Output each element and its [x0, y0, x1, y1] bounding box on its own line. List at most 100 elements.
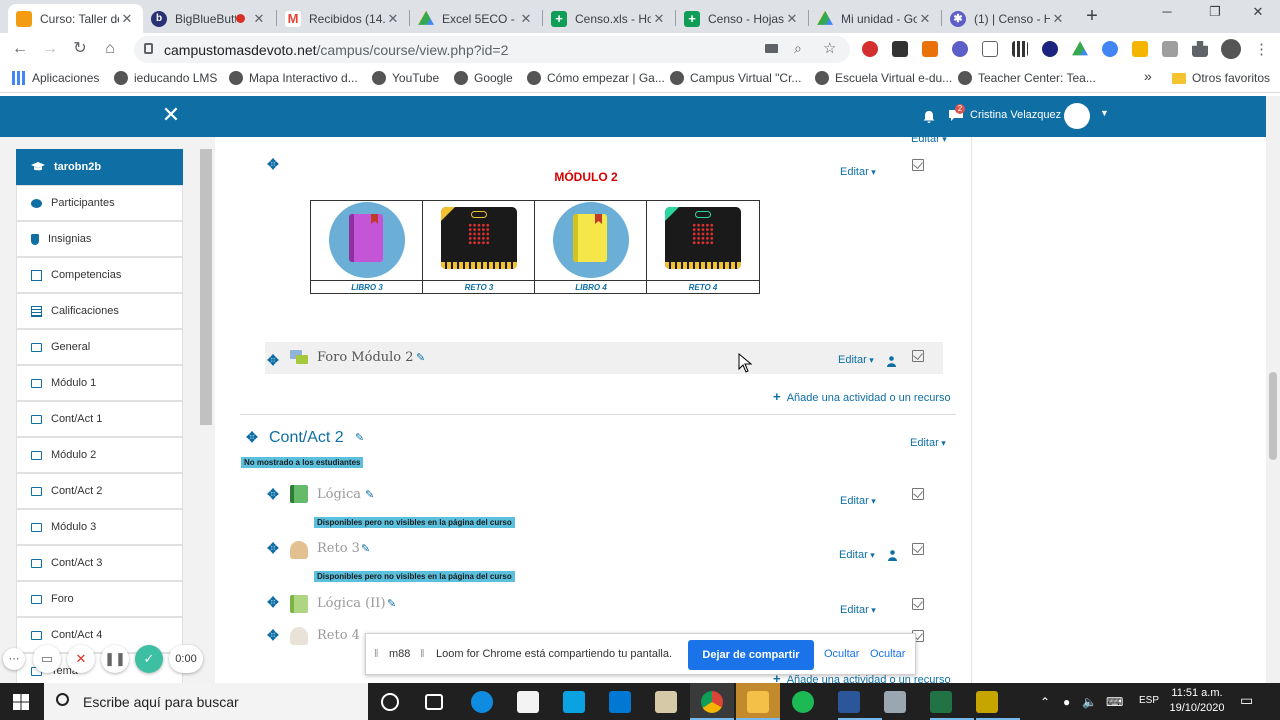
reload-button[interactable]: ↻ — [70, 39, 90, 59]
editar-menu[interactable]: Editar — [840, 495, 876, 507]
task-view-icon[interactable] — [425, 694, 443, 710]
edit-title-pencil-icon[interactable]: ✎ — [361, 544, 371, 555]
move-handle-icon[interactable]: ✥ — [267, 595, 279, 609]
bookmark-item[interactable]: ieducando LMS — [114, 71, 217, 85]
camera-toggle-icon[interactable]: ▭ — [33, 645, 61, 673]
bookmark-item[interactable]: Mapa Interactivo d... — [229, 71, 358, 85]
drawer-item-cont-act-1[interactable]: Cont/Act 1 — [16, 401, 183, 437]
move-handle-icon[interactable]: ✥ — [246, 430, 258, 444]
browser-tab[interactable]: b BigBlueButt ✕ — [143, 4, 275, 33]
drawer-item-foro[interactable]: Foro — [16, 581, 183, 617]
extension-icon[interactable] — [922, 41, 938, 57]
drawer-item-general[interactable]: General — [16, 329, 183, 365]
minimize-window-button[interactable]: ─ — [1157, 4, 1177, 22]
close-drawer-icon[interactable]: ✕ — [160, 104, 182, 126]
bookmark-item[interactable]: Teacher Center: Tea... — [958, 71, 1096, 85]
cortana-icon[interactable] — [381, 693, 399, 711]
extension-icon[interactable] — [1012, 41, 1028, 57]
chrome-taskbar-button[interactable] — [690, 683, 734, 720]
activity-name[interactable]: Reto 3 — [317, 541, 360, 556]
tab-close-icon[interactable]: ✕ — [518, 11, 534, 27]
section-title[interactable]: Cont/Act 2 — [269, 429, 344, 447]
completion-checkbox[interactable] — [912, 543, 924, 555]
group-mode-icon[interactable] — [888, 550, 897, 561]
windows-start-icon[interactable] — [13, 694, 29, 710]
extension-icon[interactable] — [982, 41, 998, 57]
group-mode-icon[interactable] — [887, 356, 896, 367]
profile-avatar[interactable] — [1221, 39, 1241, 59]
completion-checkbox[interactable] — [912, 159, 924, 171]
move-handle-icon[interactable]: ✥ — [267, 541, 279, 555]
edit-title-pencil-icon[interactable]: ✎ — [365, 490, 375, 501]
tab-close-icon[interactable]: ✕ — [917, 11, 933, 27]
excel-icon[interactable] — [930, 691, 952, 713]
restore-window-button[interactable]: ❐ — [1205, 4, 1225, 22]
bookmark-apps[interactable]: Aplicaciones — [12, 71, 99, 85]
browser-tab[interactable]: Excel 5ECO - G ✕ — [410, 4, 542, 33]
drawer-item-cont-act-2[interactable]: Cont/Act 2 — [16, 473, 183, 509]
user-menu-caret-icon[interactable]: ▼ — [1100, 108, 1109, 118]
challenge-cell[interactable]: RETO 3 — [423, 201, 535, 293]
bookmark-item[interactable]: YouTube — [372, 71, 439, 85]
extension-icon[interactable] — [952, 41, 968, 57]
editar-menu[interactable]: Editar — [910, 437, 946, 449]
bookmark-star-icon[interactable]: ☆ — [823, 39, 836, 57]
microphone-icon[interactable]: ● — [1063, 695, 1070, 709]
book-cell[interactable]: LIBRO 4 — [535, 201, 647, 293]
close-window-button[interactable]: ✕ — [1248, 4, 1268, 22]
move-handle-icon[interactable]: ✥ — [267, 628, 279, 642]
edit-title-pencil-icon[interactable]: ✎ — [387, 599, 397, 610]
drawer-item-modulo-2[interactable]: Módulo 2 — [16, 437, 183, 473]
bookmark-item[interactable]: Escuela Virtual e-du... — [815, 71, 952, 85]
activity-name[interactable]: Lógica (II) — [317, 596, 386, 611]
more-options-icon[interactable]: ⋯ — [3, 648, 25, 670]
editar-menu[interactable]: Editar — [839, 549, 875, 561]
drag-handle-icon[interactable]: ‖ — [420, 648, 425, 660]
editar-menu[interactable]: Editar — [838, 354, 874, 366]
volume-icon[interactable]: 🔈 — [1082, 695, 1097, 709]
other-favorites-folder[interactable]: Otros favoritos — [1172, 71, 1270, 85]
drawer-item-modulo-1[interactable]: Módulo 1 — [16, 365, 183, 401]
back-button[interactable]: ← — [10, 39, 30, 59]
forward-button[interactable]: → — [40, 39, 60, 59]
editar-menu[interactable]: Editar — [840, 166, 876, 178]
bookmark-item[interactable]: Cómo empezar | Ga... — [527, 71, 665, 85]
mail-icon[interactable] — [609, 691, 631, 713]
zoom-icon[interactable]: ⌕ — [794, 40, 802, 57]
hide-button[interactable]: Ocultar — [824, 648, 859, 660]
browser-tab[interactable]: Curso: Taller de ✕ — [8, 4, 143, 33]
home-button[interactable]: ⌂ — [100, 39, 120, 59]
finish-recording-icon[interactable]: ✓ — [135, 645, 163, 673]
notifications-icon[interactable]: ▭ — [1240, 692, 1253, 709]
edge-icon[interactable] — [471, 691, 493, 713]
extensions-puzzle-icon[interactable] — [1192, 41, 1208, 57]
adblock-icon[interactable] — [862, 41, 878, 57]
camera-icon[interactable] — [765, 44, 778, 53]
tab-close-icon[interactable]: ✕ — [784, 11, 800, 27]
scrollbar-thumb[interactable] — [1269, 372, 1277, 460]
move-handle-icon[interactable]: ✥ — [267, 353, 279, 367]
bookmarks-overflow-button[interactable]: » — [1144, 68, 1152, 84]
extension-icon[interactable] — [1132, 41, 1148, 57]
stop-sharing-button[interactable]: Dejar de compartir — [688, 640, 814, 670]
pause-icon[interactable]: ❚❚ — [101, 645, 129, 673]
extension-icon[interactable] — [1102, 41, 1118, 57]
drawer-item-participantes[interactable]: Participantes — [16, 185, 183, 221]
editar-menu[interactable]: Editar — [911, 137, 947, 145]
bookmark-item[interactable]: Google — [454, 71, 513, 85]
keyboard-icon[interactable]: ⌨ — [1106, 695, 1123, 709]
fireworks-icon[interactable] — [976, 691, 998, 713]
browser-tab[interactable]: + Censo.xls - Ho ✕ — [543, 4, 675, 33]
user-avatar[interactable] — [1064, 103, 1090, 129]
page-scrollbar[interactable] — [1266, 96, 1280, 683]
language-indicator[interactable]: ESP — [1139, 695, 1159, 706]
browser-tab[interactable]: ✱ (1) | Censo - H ✕ — [942, 4, 1074, 33]
bell-icon[interactable] — [922, 110, 936, 124]
activity-name[interactable]: Reto 4 — [317, 628, 360, 643]
store-icon[interactable] — [517, 691, 539, 713]
address-bar[interactable]: campustomasdevoto.net/campus/course/view… — [134, 36, 850, 63]
app-icon[interactable] — [655, 691, 677, 713]
completion-checkbox[interactable] — [912, 488, 924, 500]
drawer-item-calificaciones[interactable]: Calificaciones — [16, 293, 183, 329]
drive-icon[interactable] — [1072, 41, 1088, 56]
